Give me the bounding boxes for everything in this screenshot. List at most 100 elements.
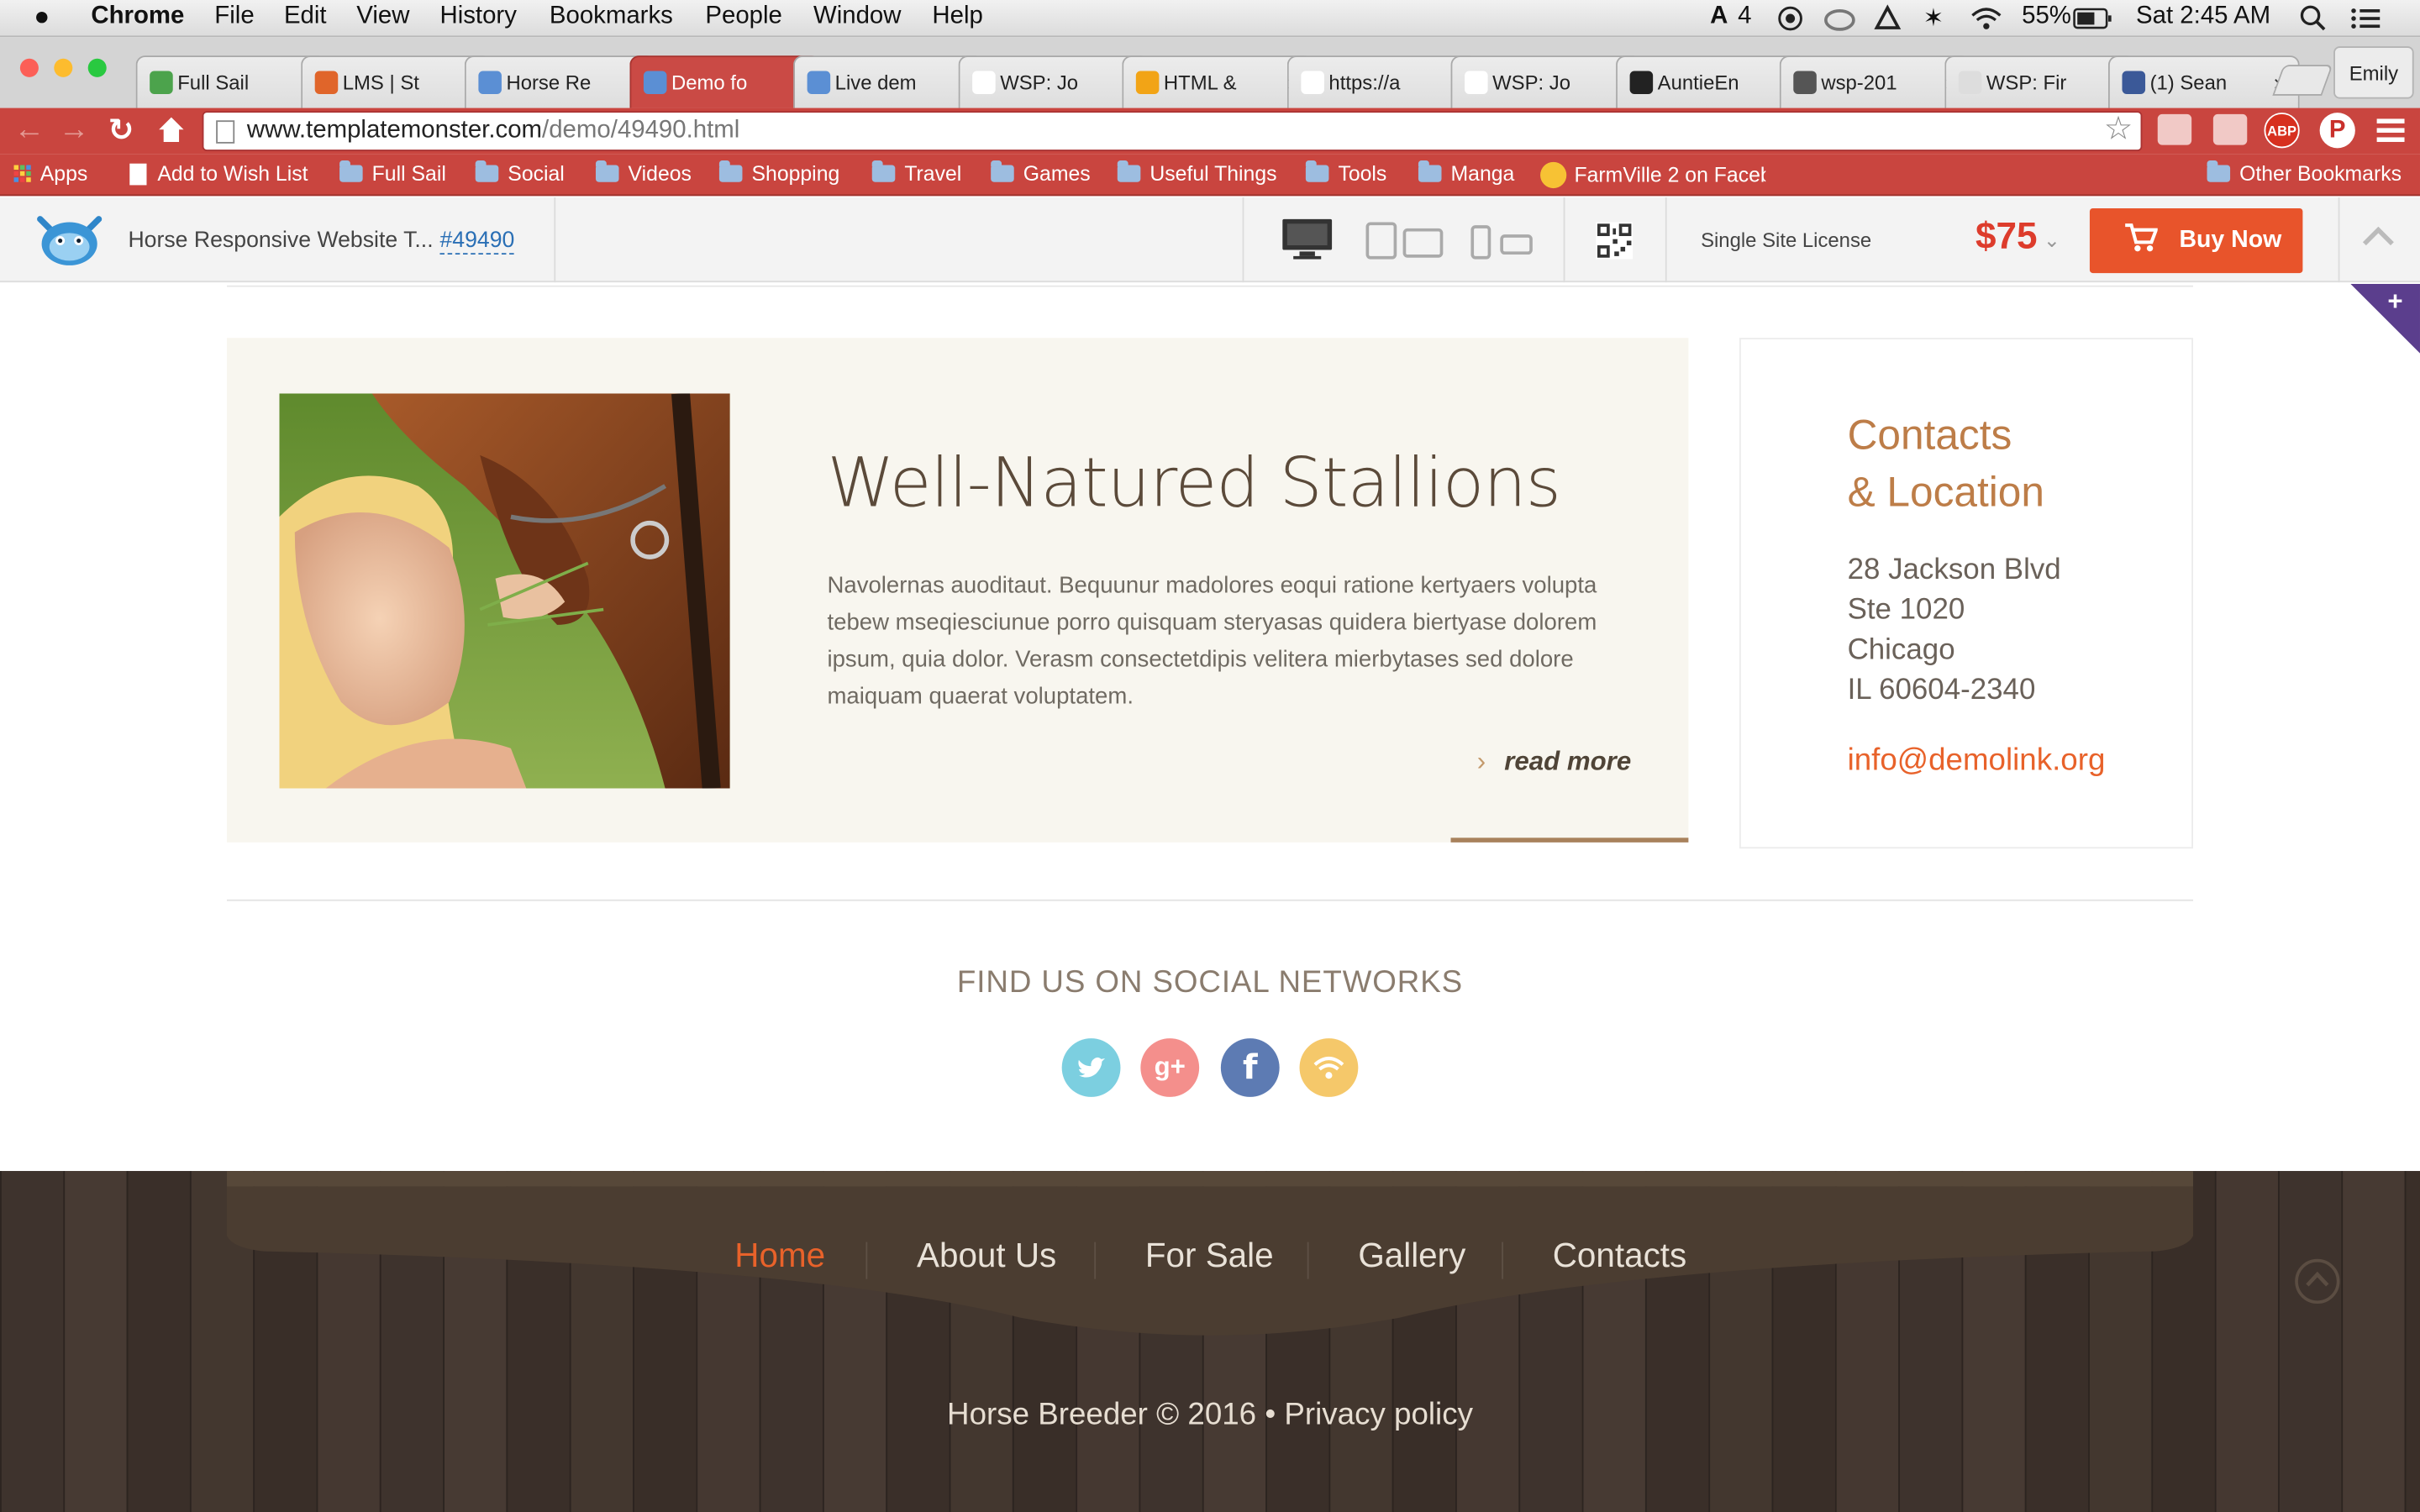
bookmark-add-to-wish-list[interactable]: Add to Wish List [129,162,308,185]
menu-file[interactable]: File [214,3,254,31]
bookmark-travel[interactable]: Travel [871,160,961,185]
adobe-icon[interactable]: A [1710,3,1728,31]
rss-icon[interactable] [1299,1038,1359,1097]
browser-tab[interactable]: HTML &× [1122,55,1314,108]
footer-nav-for-sale[interactable]: For Sale [1145,1236,1274,1276]
template-id-link[interactable]: #49490 [439,228,515,255]
contacts-address: 28 Jackson Blvd Ste 1020 Chicago IL 6060… [1848,551,2061,711]
tab-title: LMS | St [342,71,419,95]
menu-bookmarks[interactable]: Bookmarks [550,3,673,31]
minimize-window-button[interactable] [54,58,73,77]
clock[interactable]: Sat 2:45 AM [2136,3,2270,31]
menu-people[interactable]: People [705,3,782,31]
new-tab-button[interactable] [2272,65,2333,96]
google-plus-icon[interactable]: g+ [1140,1038,1200,1097]
folder-icon [595,160,619,182]
back-arrow-icon[interactable]: ← [14,113,45,148]
desktop-view-icon[interactable] [1281,218,1333,269]
profile-button[interactable]: Emily [2333,46,2414,99]
browser-tab[interactable]: Demo fo× [629,55,822,108]
corner-ribbon[interactable] [2350,283,2420,354]
collapse-bar-icon[interactable] [2361,225,2395,255]
wood-plank [2404,1171,2420,1512]
zoom-window-button[interactable] [87,58,107,77]
tablet-view-icon[interactable] [1365,221,1447,269]
bluetooth-icon[interactable]: ✶ [1923,3,1944,34]
bookmark-full-sail[interactable]: Full Sail [339,160,446,185]
bookmark-shopping[interactable]: Shopping [718,160,839,185]
browser-tab[interactable]: WSP: Fir× [1944,55,2137,108]
menu-edit[interactable]: Edit [284,3,327,31]
tab-title: Full Sail [177,71,250,95]
bookmark-videos[interactable]: Videos [595,160,692,185]
adblock-plus-icon[interactable]: ABP [2264,113,2300,149]
notification-center-icon[interactable] [2349,5,2383,40]
bookmark-apps[interactable]: Apps [13,162,87,185]
footer-nav-gallery[interactable]: Gallery [1358,1236,1465,1276]
browser-tab[interactable]: Live dem× [793,55,985,108]
reload-icon[interactable]: ↻ [108,111,134,150]
battery-percent: 55% [2022,3,2071,29]
browser-tab[interactable]: WSP: Jo× [1450,55,1643,108]
wifi-icon[interactable] [1970,5,2003,40]
facebook-icon[interactable]: f [1220,1038,1280,1097]
bookmark-other-bookmarks[interactable]: Other Bookmarks [2207,160,2402,185]
read-more-link[interactable]: › read more [1477,747,1631,778]
menu-help[interactable]: Help [932,3,982,31]
buy-now-button[interactable]: Buy Now [2089,207,2303,274]
close-window-button[interactable] [19,58,39,77]
qr-code-icon[interactable] [1596,222,1634,266]
browser-tab[interactable]: https://a× [1286,55,1479,108]
battery-icon[interactable] [2073,8,2113,37]
bookmark-manga[interactable]: Manga [1418,160,1514,185]
home-icon[interactable] [157,116,185,151]
bookmark-farmville[interactable]: FarmVille 2 on Faceb [1540,161,1765,189]
bookmark-games[interactable]: Games [991,160,1091,185]
spotlight-search-icon[interactable] [2300,5,2328,40]
creative-cloud-icon[interactable] [1823,5,1856,40]
tab-title: AuntieEn [1657,71,1739,95]
license-select[interactable]: Single Site License [1701,228,1871,252]
wood-plank [126,1171,190,1512]
extension-icon-2[interactable] [2212,113,2248,145]
footer-nav-contacts[interactable]: Contacts [1553,1236,1686,1276]
chrome-menu-icon[interactable] [2376,118,2405,150]
bookmark-social[interactable]: Social [475,160,565,185]
templatemonster-logo-icon[interactable] [34,210,104,276]
browser-tab[interactable]: AuntieEn× [1616,55,1807,108]
footer-nav-home[interactable]: Home [734,1236,825,1276]
browser-tab[interactable]: (1) Sean× [2107,55,2300,108]
browser-tab[interactable]: Horse Re× [464,55,656,108]
browser-tab[interactable]: LMS | St× [301,55,492,108]
contact-email-link[interactable]: info@demolink.org [1848,743,2106,779]
pinterest-icon[interactable]: P [2319,113,2355,149]
bookmark-star-icon[interactable]: ☆ [2104,111,2133,148]
chevron-down-icon[interactable]: ⌄ [2044,228,2060,253]
menu-history[interactable]: History [439,3,516,31]
app-menu[interactable]: Chrome [91,3,184,31]
footer-nav-about-us[interactable]: About Us [917,1236,1056,1276]
bookmark-useful-things[interactable]: Useful Things [1117,160,1277,185]
plus-icon[interactable]: + [2387,287,2402,318]
browser-tab[interactable]: wsp-201× [1779,55,1971,108]
google-drive-icon[interactable] [1874,4,1902,40]
status-icon-1[interactable] [1776,5,1804,40]
bookmark-tools[interactable]: Tools [1305,160,1386,185]
folder-icon [1418,160,1442,182]
menu-window[interactable]: Window [813,3,902,31]
address-line: IL 60604-2340 [1847,674,2036,707]
wood-plank [2214,1171,2279,1512]
twitter-icon[interactable] [1061,1038,1121,1097]
apple-menu-icon[interactable]: ● [34,2,50,33]
scroll-to-top-button[interactable] [2295,1258,2340,1305]
extension-icon-1[interactable] [2157,113,2192,145]
wood-plank [0,1171,64,1512]
folder-icon [339,160,363,182]
forward-arrow-icon[interactable]: → [59,113,90,148]
mobile-view-icon[interactable] [1470,223,1534,268]
menu-view[interactable]: View [356,3,409,31]
address-bar[interactable]: www.templatemonster.com/demo/49490.html … [202,111,2143,151]
apps-grid-icon [13,165,31,182]
browser-tab[interactable]: WSP: Jo× [958,55,1150,108]
browser-tab[interactable]: Full Sail× [135,55,328,108]
